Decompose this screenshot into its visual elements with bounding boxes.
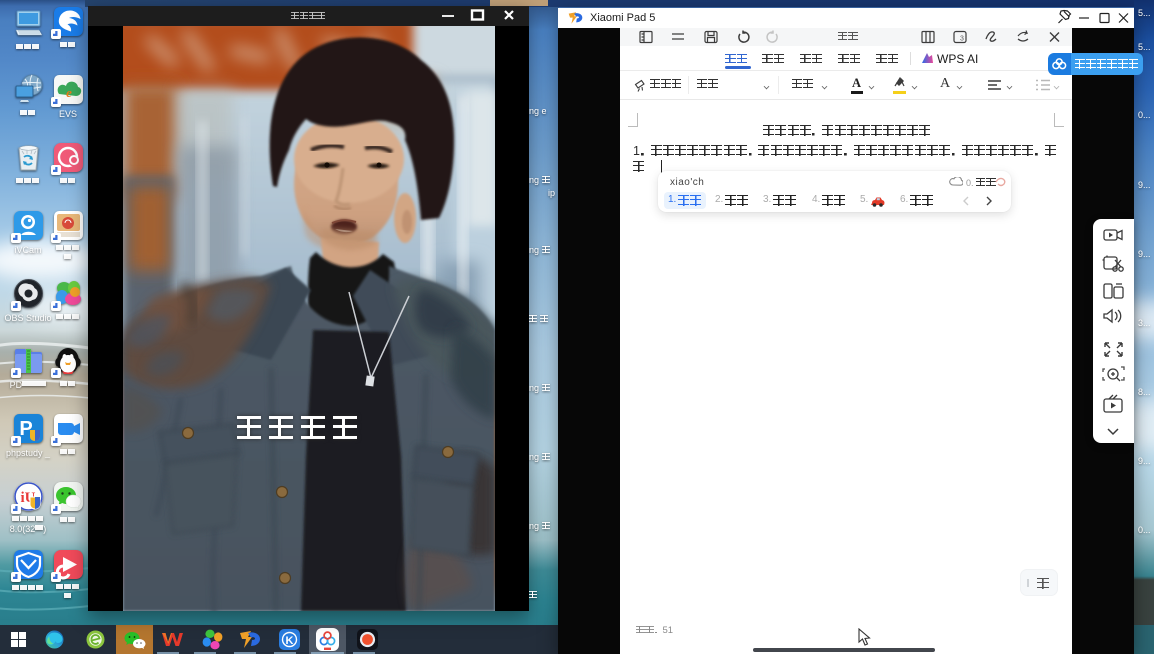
svg-text:K: K	[285, 635, 293, 647]
svg-text:e: e	[66, 85, 72, 100]
svg-text:3: 3	[960, 36, 964, 43]
